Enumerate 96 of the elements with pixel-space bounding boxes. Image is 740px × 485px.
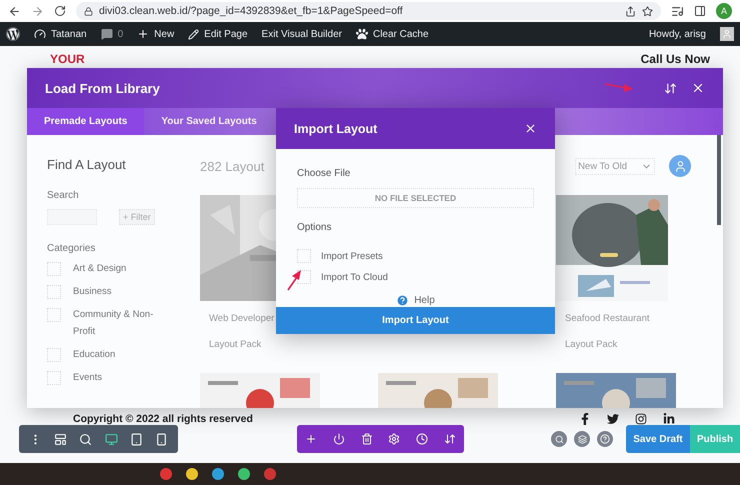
tablet-icon [130,432,143,446]
layout-count: 282 Layout [200,158,264,174]
phone-icon [154,432,168,446]
sort-icon [664,82,677,94]
categories-label: Categories [47,243,96,254]
forward-icon[interactable] [31,4,44,18]
category-checkbox[interactable] [47,285,61,299]
instagram-icon[interactable] [635,413,647,425]
help-link[interactable]: Help [396,294,435,307]
app-icon[interactable] [186,468,198,480]
power-icon [332,433,345,445]
dialog-title: Import Layout [294,122,378,136]
monitor-icon [104,432,118,446]
pencil-icon [188,28,200,40]
sort-icon [444,433,456,445]
copyright-text: Copyright © 2022 all rights reserved [73,413,253,425]
history-button[interactable] [414,431,430,447]
library-tab[interactable]: Your Saved Layouts [144,108,274,135]
card-title[interactable]: Seafood Restaurant [556,301,668,327]
bookmark-star-icon[interactable] [642,6,653,16]
search-field[interactable] [47,209,97,225]
admin-bar-link[interactable]: New [154,28,174,40]
plus-icon [304,433,317,445]
side-panel-icon[interactable] [694,5,706,17]
file-field[interactable]: NO FILE SELECTED [297,188,534,208]
import-button[interactable]: Import Layout [276,307,555,334]
clock-icon [416,433,428,445]
category-label[interactable]: Business [73,283,161,300]
category-checkbox[interactable] [47,348,61,362]
library-tab[interactable]: Premade Layouts [27,108,144,135]
share-icon[interactable] [625,6,636,16]
category-checkbox[interactable] [47,308,61,322]
option-checkbox[interactable] [297,249,311,263]
address-bar[interactable]: divi03.clean.web.id/?page_id=4392839&et_fb=1&PageSpeed=off [76,2,661,20]
category-checkbox[interactable] [47,262,61,276]
card-subtitle: Layout Pack [564,338,618,352]
option-label[interactable]: Import Presets [321,250,383,262]
back-icon[interactable] [8,4,21,18]
reload-icon[interactable] [54,5,66,17]
plus-icon [137,28,150,40]
search-button[interactable] [551,431,567,447]
save-draft-button[interactable]: Save Draft [626,425,690,453]
admin-bar-link[interactable]: Tatanan [51,28,87,40]
media-icon[interactable] [671,4,684,18]
comment-icon [100,28,113,40]
category-label[interactable]: Community & Non-Profit [73,306,161,340]
gauge-icon [34,28,46,40]
modal-title: Load From Library [45,80,160,96]
category-checkbox[interactable] [47,371,61,385]
sort-dropdown[interactable]: New To Old [575,158,655,174]
layers-button[interactable] [574,431,590,447]
layers-icon [578,434,586,444]
close-icon [524,122,537,135]
facebook-icon[interactable] [579,413,591,425]
publish-button[interactable]: Publish [690,425,740,453]
profile-avatar[interactable]: A [716,3,732,19]
admin-bar-link[interactable]: Edit Page [204,28,248,40]
admin-bar-link[interactable]: 0 [118,28,124,40]
trash-icon [360,433,373,445]
admin-bar-link[interactable]: Clear Cache [372,28,429,40]
site-logo: YOUR [50,52,85,66]
category-label[interactable]: Events [73,369,161,386]
help-button[interactable] [597,431,613,447]
search-label: Search [47,190,80,201]
option-label[interactable]: Import To Cloud [321,272,388,282]
search-icon [79,432,92,446]
search-icon [554,434,564,444]
url-text: divi03.clean.web.id/?page_id=4392839&et_fb=1&PageSpeed=off [99,5,404,17]
call-us-text: Call Us Now [640,52,710,66]
gear-icon [388,433,400,445]
twitter-icon[interactable] [607,413,619,425]
close-button[interactable] [524,122,537,135]
category-label[interactable]: Art & Design [73,260,161,277]
lock-icon [84,6,93,16]
options-label: Options [297,222,332,233]
pointer-arrow [604,83,633,92]
admin-bar-link[interactable]: Exit Visual Builder [262,28,342,40]
help-icon [396,294,410,307]
pointer-arrow [287,270,301,290]
person-icon [674,160,686,172]
app-icon[interactable] [212,468,224,480]
category-label[interactable]: Education [73,346,161,363]
close-icon [691,81,705,95]
card-subtitle: Layout Pack [208,338,262,352]
help-icon [600,434,610,444]
wordpress-logo-icon[interactable] [6,27,20,41]
scrollbar-thumb[interactable] [717,135,721,225]
app-icon[interactable] [238,468,250,480]
linkedin-icon[interactable] [663,413,675,425]
sort-button[interactable] [664,82,677,94]
layout-icon [54,432,68,446]
greeting-text[interactable]: Howdy, arisg [648,28,706,40]
file-label: Choose File [297,168,352,179]
paw-icon [356,28,368,40]
close-button[interactable] [691,81,705,95]
sidebar-heading: Find A Layout [47,157,127,172]
